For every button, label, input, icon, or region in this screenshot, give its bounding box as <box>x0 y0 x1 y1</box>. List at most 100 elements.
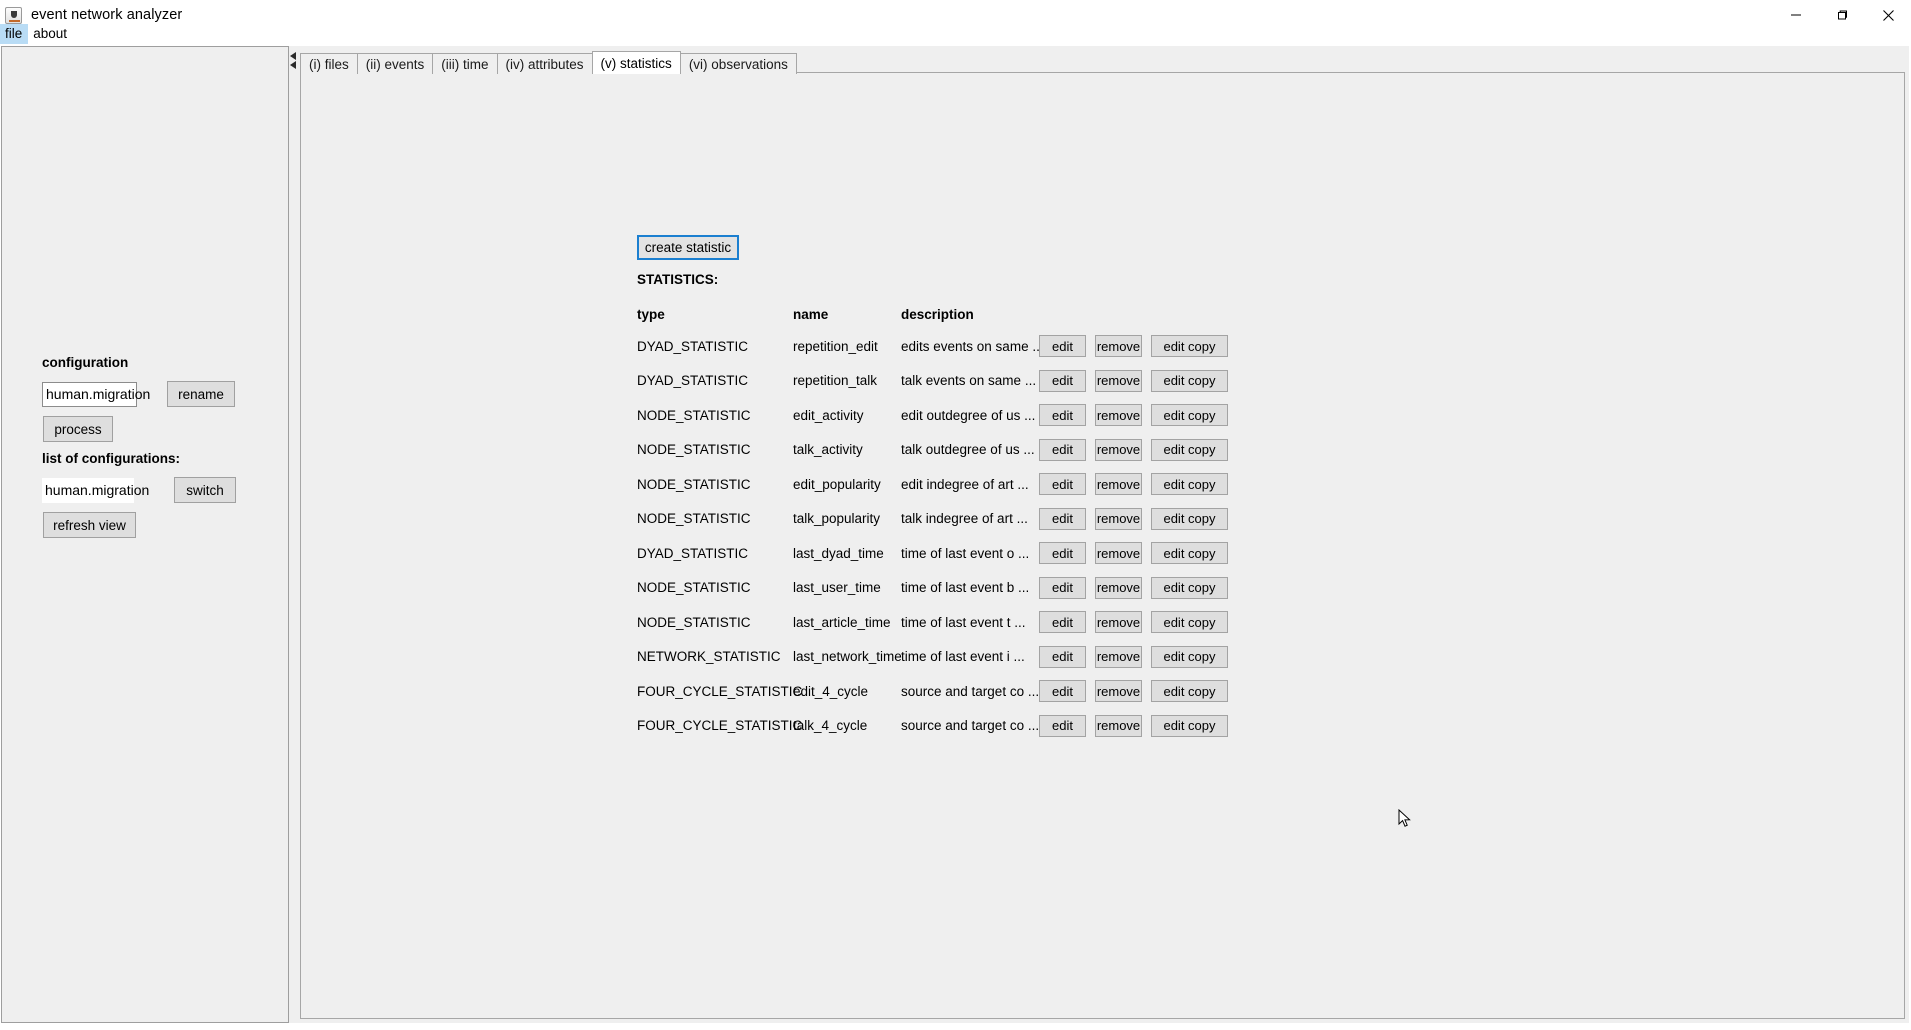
cell-description: talk indegree of art ... <box>901 511 1039 526</box>
tab-observations[interactable]: (vi) observations <box>680 53 797 74</box>
cell-description: time of last event o ... <box>901 546 1039 561</box>
cell-name: last_network_time <box>793 649 901 664</box>
tab-statistics[interactable]: (v) statistics <box>592 51 681 74</box>
cell-name: last_article_time <box>793 615 901 630</box>
edit-button[interactable]: edit <box>1039 370 1086 392</box>
table-row: NODE_STATISTIC talk_popularity talk inde… <box>637 502 1837 537</box>
remove-button[interactable]: remove <box>1095 611 1142 633</box>
switch-button[interactable]: switch <box>174 477 236 503</box>
edit-copy-button[interactable]: edit copy <box>1151 646 1228 668</box>
configuration-row: human.migration rename <box>42 381 235 407</box>
table-row: NETWORK_STATISTIC last_network_time time… <box>637 640 1837 675</box>
tab-strip: (i) files (ii) events (iii) time (iv) at… <box>300 51 796 74</box>
cell-type: NODE_STATISTIC <box>637 580 793 595</box>
rename-button[interactable]: rename <box>167 381 235 407</box>
statistics-table: type name description DYAD_STATISTIC rep… <box>637 299 1837 743</box>
cell-description: edit indegree of art ... <box>901 477 1039 492</box>
remove-button[interactable]: remove <box>1095 335 1142 357</box>
row-actions: edit remove edit copy <box>1039 335 1228 357</box>
edit-button[interactable]: edit <box>1039 439 1086 461</box>
remove-button[interactable]: remove <box>1095 680 1142 702</box>
edit-copy-button[interactable]: edit copy <box>1151 611 1228 633</box>
java-coffee-cup-icon <box>5 7 22 24</box>
cell-type: DYAD_STATISTIC <box>637 339 793 354</box>
main-content: configuration human.migration rename pro… <box>0 46 1911 1030</box>
create-statistic-button[interactable]: create statistic <box>637 235 739 260</box>
table-row: DYAD_STATISTIC last_dyad_time time of la… <box>637 536 1837 571</box>
column-header-name: name <box>793 307 901 322</box>
edit-copy-button[interactable]: edit copy <box>1151 473 1228 495</box>
cell-description: time of last event i ... <box>901 649 1039 664</box>
list-of-configurations-label: list of configurations: <box>42 451 282 466</box>
collapse-left-icon[interactable] <box>290 52 296 60</box>
edit-copy-button[interactable]: edit copy <box>1151 542 1228 564</box>
table-row: FOUR_CYCLE_STATISTIC talk_4_cycle source… <box>637 709 1837 744</box>
collapse-right-icon[interactable] <box>290 61 296 69</box>
cell-name: last_dyad_time <box>793 546 901 561</box>
row-actions: edit remove edit copy <box>1039 542 1228 564</box>
tab-attributes[interactable]: (iv) attributes <box>497 53 593 74</box>
edit-button[interactable]: edit <box>1039 335 1086 357</box>
remove-button[interactable]: remove <box>1095 439 1142 461</box>
tab-files[interactable]: (i) files <box>300 53 358 74</box>
edit-button[interactable]: edit <box>1039 611 1086 633</box>
remove-button[interactable]: remove <box>1095 542 1142 564</box>
cell-name: repetition_talk <box>793 373 901 388</box>
edit-copy-button[interactable]: edit copy <box>1151 335 1228 357</box>
table-row: NODE_STATISTIC last_article_time time of… <box>637 605 1837 640</box>
configuration-name-input[interactable]: human.migration <box>42 382 137 407</box>
tab-time[interactable]: (iii) time <box>432 53 497 74</box>
cell-type: FOUR_CYCLE_STATISTIC <box>637 718 793 733</box>
remove-button[interactable]: remove <box>1095 370 1142 392</box>
row-actions: edit remove edit copy <box>1039 370 1228 392</box>
edit-copy-button[interactable]: edit copy <box>1151 370 1228 392</box>
menu-item-about[interactable]: about <box>28 24 73 44</box>
remove-button[interactable]: remove <box>1095 473 1142 495</box>
configuration-list-item[interactable]: human.migration <box>42 478 134 503</box>
edit-button[interactable]: edit <box>1039 542 1086 564</box>
edit-button[interactable]: edit <box>1039 473 1086 495</box>
row-actions: edit remove edit copy <box>1039 508 1228 530</box>
edit-button[interactable]: edit <box>1039 404 1086 426</box>
configuration-label: configuration <box>42 355 282 370</box>
refresh-view-button[interactable]: refresh view <box>43 512 136 538</box>
table-row: FOUR_CYCLE_STATISTIC edit_4_cycle source… <box>637 674 1837 709</box>
remove-button[interactable]: remove <box>1095 404 1142 426</box>
remove-button[interactable]: remove <box>1095 646 1142 668</box>
cell-description: time of last event b ... <box>901 580 1039 595</box>
edit-copy-button[interactable]: edit copy <box>1151 508 1228 530</box>
edit-copy-button[interactable]: edit copy <box>1151 715 1228 737</box>
menu-item-file[interactable]: file <box>0 24 28 44</box>
cell-type: FOUR_CYCLE_STATISTIC <box>637 684 793 699</box>
edit-button[interactable]: edit <box>1039 577 1086 599</box>
tab-events[interactable]: (ii) events <box>357 53 434 74</box>
cell-name: repetition_edit <box>793 339 901 354</box>
cell-type: NODE_STATISTIC <box>637 477 793 492</box>
cell-name: talk_4_cycle <box>793 718 901 733</box>
edit-button[interactable]: edit <box>1039 715 1086 737</box>
edit-copy-button[interactable]: edit copy <box>1151 577 1228 599</box>
window-title: event network analyzer <box>31 7 182 23</box>
remove-button[interactable]: remove <box>1095 715 1142 737</box>
process-button[interactable]: process <box>43 416 113 442</box>
table-row: NODE_STATISTIC talk_activity talk outdeg… <box>637 433 1837 468</box>
edit-button[interactable]: edit <box>1039 646 1086 668</box>
cell-name: talk_activity <box>793 442 901 457</box>
table-row: NODE_STATISTIC edit_popularity edit inde… <box>637 467 1837 502</box>
cell-type: NODE_STATISTIC <box>637 615 793 630</box>
panel-splitter[interactable] <box>289 46 296 1023</box>
row-actions: edit remove edit copy <box>1039 715 1228 737</box>
cell-description: edit outdegree of us ... <box>901 408 1039 423</box>
table-header-row: type name description <box>637 299 1837 329</box>
edit-button[interactable]: edit <box>1039 508 1086 530</box>
cell-description: edits events on same ... <box>901 339 1039 354</box>
remove-button[interactable]: remove <box>1095 508 1142 530</box>
edit-copy-button[interactable]: edit copy <box>1151 439 1228 461</box>
remove-button[interactable]: remove <box>1095 577 1142 599</box>
column-header-description: description <box>901 307 1039 322</box>
edit-copy-button[interactable]: edit copy <box>1151 680 1228 702</box>
tabbed-panel: (i) files (ii) events (iii) time (iv) at… <box>296 46 1909 1023</box>
cell-type: NODE_STATISTIC <box>637 511 793 526</box>
edit-copy-button[interactable]: edit copy <box>1151 404 1228 426</box>
edit-button[interactable]: edit <box>1039 680 1086 702</box>
